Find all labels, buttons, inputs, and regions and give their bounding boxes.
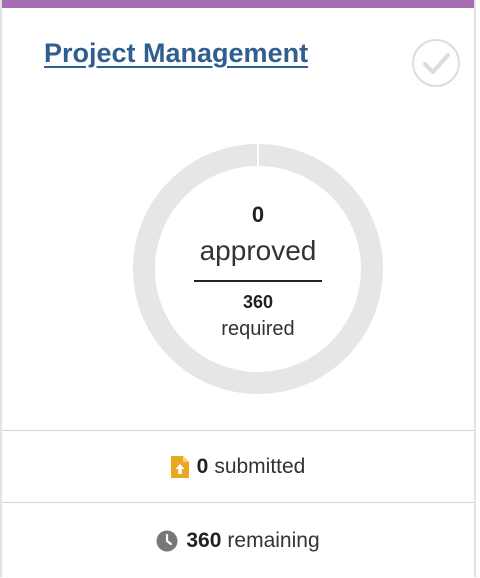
card-accent-bar: [2, 0, 474, 8]
remaining-row: 360 remaining: [2, 502, 474, 578]
check-circle-icon[interactable]: [411, 38, 461, 88]
required-count: 360: [242, 292, 274, 312]
approval-progress-ring: 0 approved 360 required: [129, 140, 387, 398]
file-upload-icon: [170, 456, 189, 478]
clock-icon: [156, 530, 178, 552]
submitted-row: 0 submitted: [2, 430, 474, 503]
project-title-link[interactable]: Project Management: [44, 38, 308, 69]
remaining-label: remaining: [227, 528, 320, 552]
approved-count: 0: [251, 202, 265, 227]
approved-label: approved: [199, 235, 317, 266]
ring-divider: [194, 280, 322, 282]
submitted-count: 0: [196, 455, 209, 478]
submitted-label: submitted: [214, 455, 306, 478]
required-label: required: [221, 318, 295, 340]
project-card: Project Management 0 approved 360 requir…: [0, 0, 476, 577]
remaining-count: 360: [186, 528, 222, 552]
